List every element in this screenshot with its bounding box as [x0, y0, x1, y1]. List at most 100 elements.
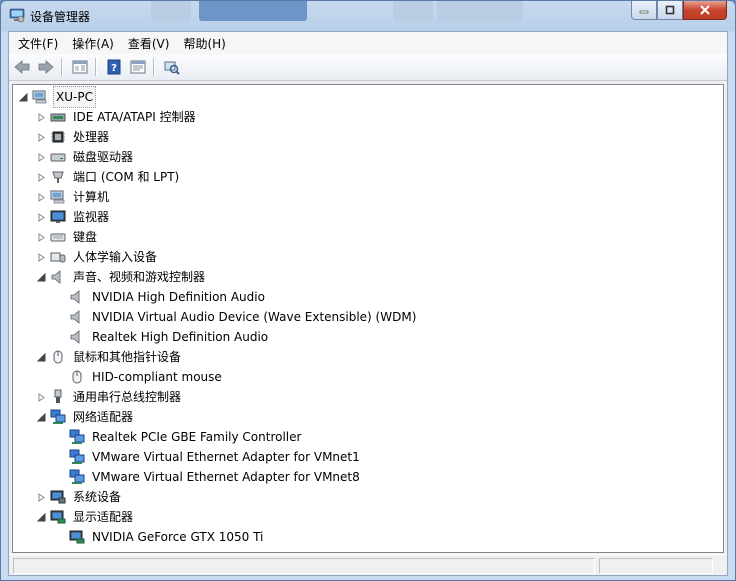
close-button[interactable]	[683, 1, 727, 20]
network-adapter-icon	[69, 429, 85, 445]
mouse-icon	[50, 349, 66, 365]
usb-icon	[50, 389, 66, 405]
processor-icon	[50, 129, 66, 145]
menu-file[interactable]: 文件(F)	[13, 35, 63, 52]
tree-device-item[interactable]: VMware Virtual Ethernet Adapter for VMne…	[56, 447, 362, 467]
collapse-arrow-icon[interactable]	[37, 412, 46, 422]
tree-category-item[interactable]: 键盘	[37, 227, 99, 247]
menu-view[interactable]: 查看(V)	[123, 35, 175, 52]
tree-item-label: VMware Virtual Ethernet Adapter for VMne…	[92, 450, 360, 464]
mouse-icon	[69, 369, 85, 385]
tree-category-item[interactable]: 端口 (COM 和 LPT)	[37, 167, 181, 187]
tree-category-item[interactable]: 声音、视频和游戏控制器	[37, 267, 207, 287]
tree-category-item[interactable]: 人体学输入设备	[37, 247, 159, 267]
tree-category-item[interactable]: 计算机	[37, 187, 111, 207]
menu-help[interactable]: 帮助(H)	[178, 35, 230, 52]
speaker-icon	[50, 269, 66, 285]
title-bar[interactable]: 设备管理器	[1, 1, 735, 31]
help-button[interactable]: ?	[103, 56, 125, 78]
tree-category-item[interactable]: 通用串行总线控制器	[37, 387, 183, 407]
back-button[interactable]	[11, 56, 33, 78]
details-button[interactable]	[127, 56, 149, 78]
back-arrow-icon	[14, 60, 30, 74]
tree-device-item[interactable]: NVIDIA Virtual Audio Device (Wave Extens…	[56, 307, 418, 327]
tree-device-item[interactable]: NVIDIA GeForce GTX 1050 Ti	[56, 527, 265, 547]
collapse-arrow-icon[interactable]	[37, 512, 46, 522]
tree-item-label: HID-compliant mouse	[92, 370, 222, 384]
tree-item-label: Realtek PCIe GBE Family Controller	[92, 430, 302, 444]
tree-category-item[interactable]: IDE ATA/ATAPI 控制器	[37, 107, 198, 127]
computer-icon	[50, 189, 66, 205]
tree-device-item[interactable]: Realtek PCIe GBE Family Controller	[56, 427, 303, 447]
tree-item-label: Realtek High Definition Audio	[92, 330, 269, 344]
details-icon	[130, 60, 146, 74]
client-area: 文件(F) 操作(A) 查看(V) 帮助(H) ? XU-PC IDE ATA/…	[8, 31, 728, 576]
tree-category-item[interactable]: 鼠标和其他指针设备	[37, 347, 183, 367]
toolbar-separator	[153, 58, 155, 76]
expand-arrow-icon[interactable]	[37, 172, 46, 182]
keyboard-icon	[50, 229, 66, 245]
properties-icon	[72, 60, 88, 74]
status-bar	[9, 554, 727, 575]
expand-arrow-icon[interactable]	[37, 392, 46, 402]
svg-text:?: ?	[111, 63, 117, 74]
device-tree[interactable]: XU-PC IDE ATA/ATAPI 控制器 处理器磁盘驱动器端口 (COM 和 …	[12, 84, 724, 553]
expand-arrow-icon[interactable]	[37, 252, 46, 262]
tree-root-item[interactable]: XU-PC	[19, 86, 96, 108]
toolbar-separator	[95, 58, 97, 76]
properties-button[interactable]	[69, 56, 91, 78]
toolbar-separator	[61, 58, 63, 76]
expand-arrow-icon[interactable]	[37, 152, 46, 162]
scan-hardware-button[interactable]	[161, 56, 183, 78]
tree-device-item[interactable]: VMware Virtual Ethernet Adapter for VMne…	[56, 467, 362, 487]
tree-category-item[interactable]: 磁盘驱动器	[37, 147, 135, 167]
toolbar: ?	[9, 54, 727, 81]
status-pane	[13, 558, 595, 574]
speaker-icon	[69, 329, 85, 345]
background-window-fragment	[151, 1, 191, 21]
minimize-button[interactable]	[631, 1, 657, 20]
menu-bar: 文件(F) 操作(A) 查看(V) 帮助(H)	[9, 32, 727, 54]
computer-icon	[32, 89, 48, 105]
status-pane	[599, 558, 713, 574]
tree-device-item[interactable]: Realtek High Definition Audio	[56, 327, 270, 347]
collapse-arrow-icon[interactable]	[37, 352, 46, 362]
tree-category-item[interactable]: 网络适配器	[37, 407, 135, 427]
collapse-arrow-icon[interactable]	[19, 92, 28, 102]
tree-item-label: NVIDIA High Definition Audio	[92, 290, 265, 304]
tree-category-item[interactable]: 系统设备	[37, 487, 123, 507]
tree-category-item[interactable]: 显示适配器	[37, 507, 135, 527]
tree-category-item[interactable]: 监视器	[37, 207, 111, 227]
expand-arrow-icon[interactable]	[37, 132, 46, 142]
menu-action[interactable]: 操作(A)	[67, 35, 119, 52]
disk-drive-icon	[50, 149, 66, 165]
expand-arrow-icon[interactable]	[37, 212, 46, 222]
network-adapter-icon	[50, 409, 66, 425]
tree-item-label: 监视器	[73, 210, 110, 224]
scan-hardware-icon	[164, 61, 180, 75]
expand-arrow-icon[interactable]	[37, 112, 46, 122]
expand-arrow-icon[interactable]	[37, 232, 46, 242]
collapse-arrow-icon[interactable]	[37, 272, 46, 282]
maximize-button[interactable]	[657, 1, 683, 20]
background-window-fragment	[199, 1, 307, 21]
device-manager-window: 设备管理器 文件(F) 操作(A) 查看(V) 帮助(H) ? XU-PC ID…	[0, 0, 736, 581]
tree-item-label: 磁盘驱动器	[73, 150, 134, 164]
speaker-icon	[69, 289, 85, 305]
tree-device-item[interactable]: NVIDIA High Definition Audio	[56, 287, 267, 307]
background-window-fragment	[437, 1, 523, 21]
tree-item-label: 端口 (COM 和 LPT)	[73, 170, 180, 184]
speaker-icon	[69, 309, 85, 325]
minimize-icon	[639, 10, 649, 14]
tree-category-item[interactable]: 处理器	[37, 127, 111, 147]
forward-arrow-icon	[38, 60, 54, 74]
tree-device-item[interactable]: HID-compliant mouse	[56, 367, 224, 387]
tree-item-label: 计算机	[73, 190, 110, 204]
close-icon	[700, 5, 710, 15]
expand-arrow-icon[interactable]	[37, 492, 46, 502]
tree-item-label: 通用串行总线控制器	[73, 390, 182, 404]
forward-button[interactable]	[35, 56, 57, 78]
network-adapter-icon	[69, 469, 85, 485]
expand-arrow-icon[interactable]	[37, 192, 46, 202]
port-icon	[50, 169, 66, 185]
